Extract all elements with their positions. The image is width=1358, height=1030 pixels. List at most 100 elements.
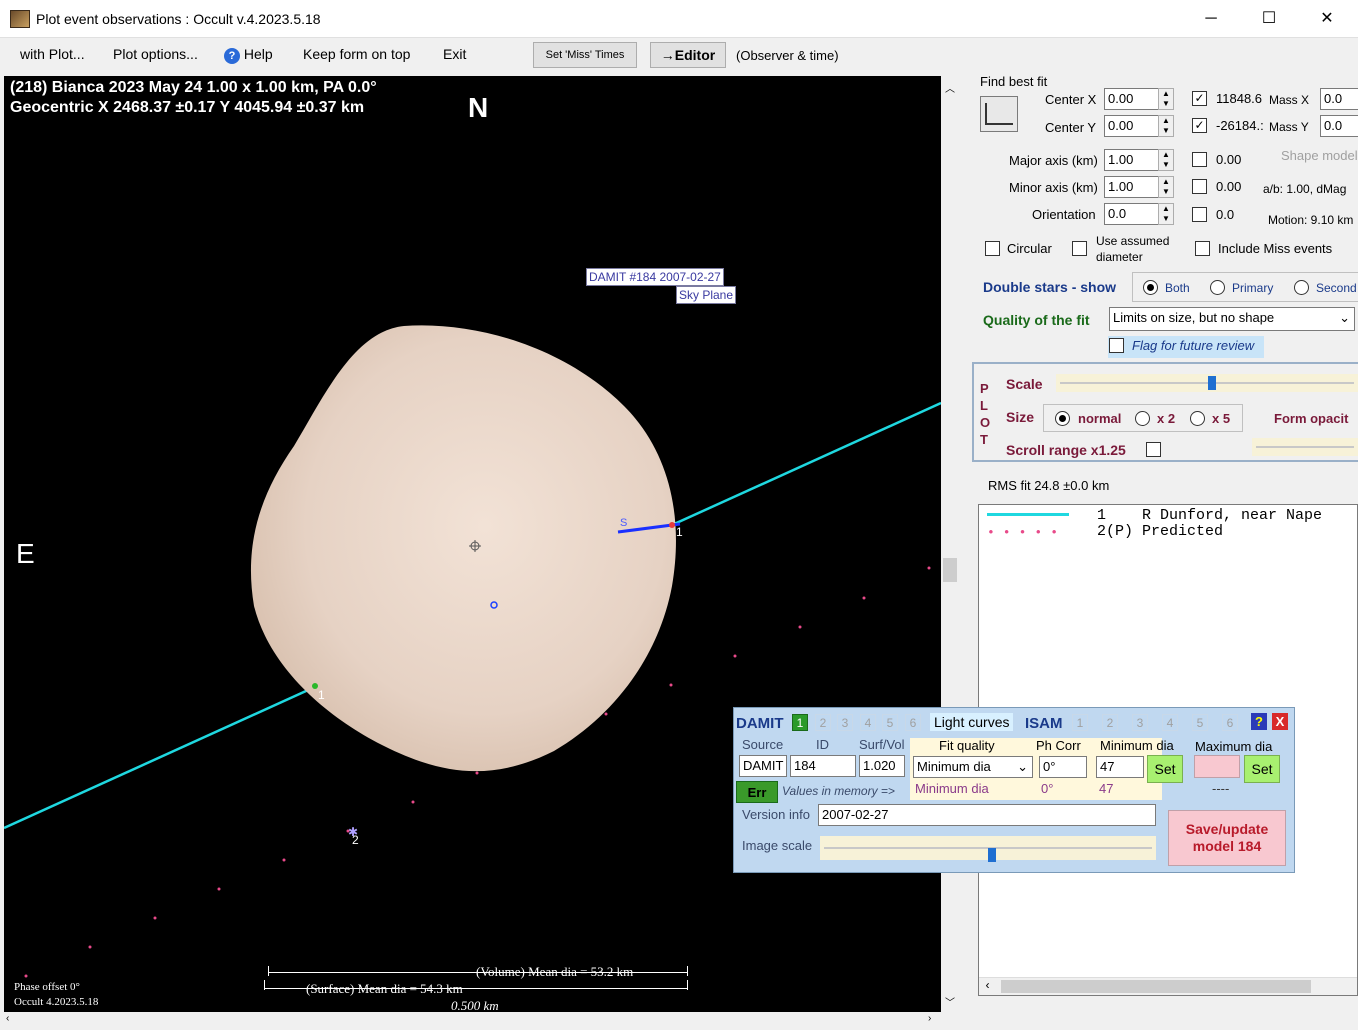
form-opacity-slider[interactable] xyxy=(1252,438,1358,456)
editor-button[interactable]: →Editor xyxy=(650,42,726,68)
orientation-spinner[interactable]: ▲ ▼ xyxy=(1158,203,1174,225)
source-input[interactable]: DAMIT xyxy=(739,755,787,777)
include-miss-checkbox[interactable] xyxy=(1195,241,1210,256)
center-x-input[interactable]: 0.00 xyxy=(1104,88,1160,110)
scroll-left-icon[interactable]: ‹ xyxy=(6,1013,9,1024)
list-item[interactable]: 2(P) Predicted xyxy=(1097,523,1223,540)
scroll-up-icon[interactable]: ︿ xyxy=(945,80,955,95)
fit-quality-label: Fit quality xyxy=(939,738,995,753)
save-model-button[interactable]: Save/update model 184 xyxy=(1168,810,1286,866)
damit-model-3[interactable]: 3 xyxy=(837,714,853,731)
chevron-down-icon: ⌄ xyxy=(1017,759,1028,774)
center-y-spinner[interactable]: ▲ ▼ xyxy=(1158,115,1174,137)
major-axis-input[interactable]: 1.00 xyxy=(1104,149,1160,171)
isam-model-4[interactable]: 4 xyxy=(1162,714,1178,731)
both-radio[interactable] xyxy=(1143,280,1158,295)
set-miss-times-button[interactable]: Set 'Miss' Times xyxy=(533,42,637,68)
major-fit-value: 0.00 xyxy=(1216,152,1242,167)
list-item[interactable]: 1 R Dunford, near Nape xyxy=(1097,507,1322,524)
isam-model-6[interactable]: 6 xyxy=(1222,714,1238,731)
min-dia-set-button[interactable]: Set xyxy=(1147,755,1183,783)
major-axis-label: Major axis (km) xyxy=(1009,153,1098,168)
max-dia-set-button[interactable]: Set xyxy=(1244,755,1280,783)
light-curves-button[interactable]: Light curves xyxy=(930,713,1014,731)
minor-axis-spinner[interactable]: ▲ ▼ xyxy=(1158,176,1174,198)
circular-checkbox[interactable] xyxy=(985,241,1000,256)
damit-model-label: DAMIT #184 2007-02-27 xyxy=(586,268,724,286)
use-assumed-checkbox[interactable] xyxy=(1072,241,1087,256)
scale-slider[interactable] xyxy=(1056,374,1358,392)
ph-corr-input[interactable]: 0° xyxy=(1039,756,1087,778)
list-horizontal-scrollbar[interactable]: ‹ xyxy=(979,977,1357,995)
close-icon[interactable]: X xyxy=(1272,713,1288,730)
err-button[interactable]: Err xyxy=(736,781,778,803)
minor-fit-checkbox[interactable] xyxy=(1192,179,1207,194)
scale-bar-label: 0.500 km xyxy=(451,998,499,1012)
scroll-down-icon[interactable]: ﹀ xyxy=(945,994,955,1009)
scroll-right-icon[interactable]: › xyxy=(928,1013,931,1024)
size-x5-radio[interactable] xyxy=(1190,411,1205,426)
center-y-input[interactable]: 0.00 xyxy=(1104,115,1160,137)
secondary-radio[interactable] xyxy=(1294,280,1309,295)
major-axis-spinner[interactable]: ▲ ▼ xyxy=(1158,149,1174,171)
fit-quality-select[interactable]: Minimum dia ⌄ xyxy=(913,756,1033,778)
damit-model-4[interactable]: 4 xyxy=(860,714,876,731)
minor-axis-input[interactable]: 1.00 xyxy=(1104,176,1160,198)
mass-y-checkbox[interactable]: ✓ xyxy=(1192,118,1207,133)
primary-radio[interactable] xyxy=(1210,280,1225,295)
scroll-range-checkbox[interactable] xyxy=(1146,442,1161,457)
surf-vol-input[interactable]: 1.020 xyxy=(859,755,905,777)
isam-model-2[interactable]: 2 xyxy=(1102,714,1118,731)
scroll-thumb[interactable] xyxy=(1001,980,1311,993)
orientation-input[interactable]: 0.0 xyxy=(1104,203,1160,225)
size-x2-radio[interactable] xyxy=(1135,411,1150,426)
scroll-left-icon[interactable]: ‹ xyxy=(984,979,991,993)
damit-model-5[interactable]: 5 xyxy=(882,714,898,731)
min-dia-memory: 47 xyxy=(1099,781,1114,796)
scroll-thumb[interactable] xyxy=(943,558,957,582)
flag-review-label: Flag for future review xyxy=(1132,338,1255,353)
damit-model-1[interactable]: 1 xyxy=(792,714,808,731)
damit-model-2[interactable]: 2 xyxy=(815,714,831,731)
major-fit-checkbox[interactable] xyxy=(1192,152,1207,167)
menu-plot-options[interactable]: Plot options... xyxy=(113,46,198,62)
damit-model-6[interactable]: 6 xyxy=(905,714,921,731)
maximize-button[interactable]: ☐ xyxy=(1240,0,1298,38)
help-icon[interactable]: ? xyxy=(1251,713,1267,730)
isam-model-3[interactable]: 3 xyxy=(1132,714,1148,731)
menu-help[interactable]: ? Help xyxy=(224,46,273,64)
min-dia-input[interactable]: 47 xyxy=(1096,756,1144,778)
close-button[interactable]: ✕ xyxy=(1298,0,1356,38)
orient-fit-checkbox[interactable] xyxy=(1192,207,1207,222)
isam-model-1[interactable]: 1 xyxy=(1072,714,1088,731)
chord-label-1: 1 xyxy=(676,525,683,539)
isam-model-5[interactable]: 5 xyxy=(1192,714,1208,731)
save-model-line2: model 184 xyxy=(1192,838,1262,854)
values-in-memory-label: Values in memory => xyxy=(782,784,895,798)
plot-horizontal-scrollbar[interactable]: ‹ › xyxy=(4,1012,941,1028)
size-normal-label: normal xyxy=(1078,411,1122,426)
size-label: Size xyxy=(1006,409,1035,425)
ph-corr-memory: 0° xyxy=(1041,781,1054,796)
menu-exit[interactable]: Exit xyxy=(443,46,466,62)
quality-select[interactable]: Limits on size, but no shape ⌄ xyxy=(1109,307,1355,331)
mass-x-input[interactable]: 0.0 xyxy=(1320,88,1358,110)
minor-axis-label: Minor axis (km) xyxy=(1009,180,1098,195)
mass-y-input[interactable]: 0.0 xyxy=(1320,115,1358,137)
menu-keep-on-top[interactable]: Keep form on top xyxy=(303,46,410,62)
version-info-input[interactable]: 2007-02-27 xyxy=(818,804,1156,826)
orientation-label: Orientation xyxy=(1032,207,1096,222)
minimize-button[interactable]: ─ xyxy=(1182,0,1240,38)
east-label: E xyxy=(16,538,35,569)
damit-panel: DAMIT 1 2 3 4 5 6 Light curves ISAM 1 2 … xyxy=(733,707,1295,873)
image-scale-slider[interactable] xyxy=(820,836,1156,862)
menu-with-plot[interactable]: with Plot... xyxy=(20,46,85,62)
mass-x-checkbox[interactable]: ✓ xyxy=(1192,91,1207,106)
flag-review-checkbox[interactable] xyxy=(1109,338,1124,353)
center-x-spinner[interactable]: ▲ ▼ xyxy=(1158,88,1174,110)
find-best-fit-button[interactable] xyxy=(980,96,1018,132)
fit-chart-icon xyxy=(985,103,1013,125)
id-input[interactable]: 184 xyxy=(790,755,856,777)
size-normal-radio[interactable] xyxy=(1055,411,1070,426)
max-dia-input[interactable] xyxy=(1194,755,1240,778)
